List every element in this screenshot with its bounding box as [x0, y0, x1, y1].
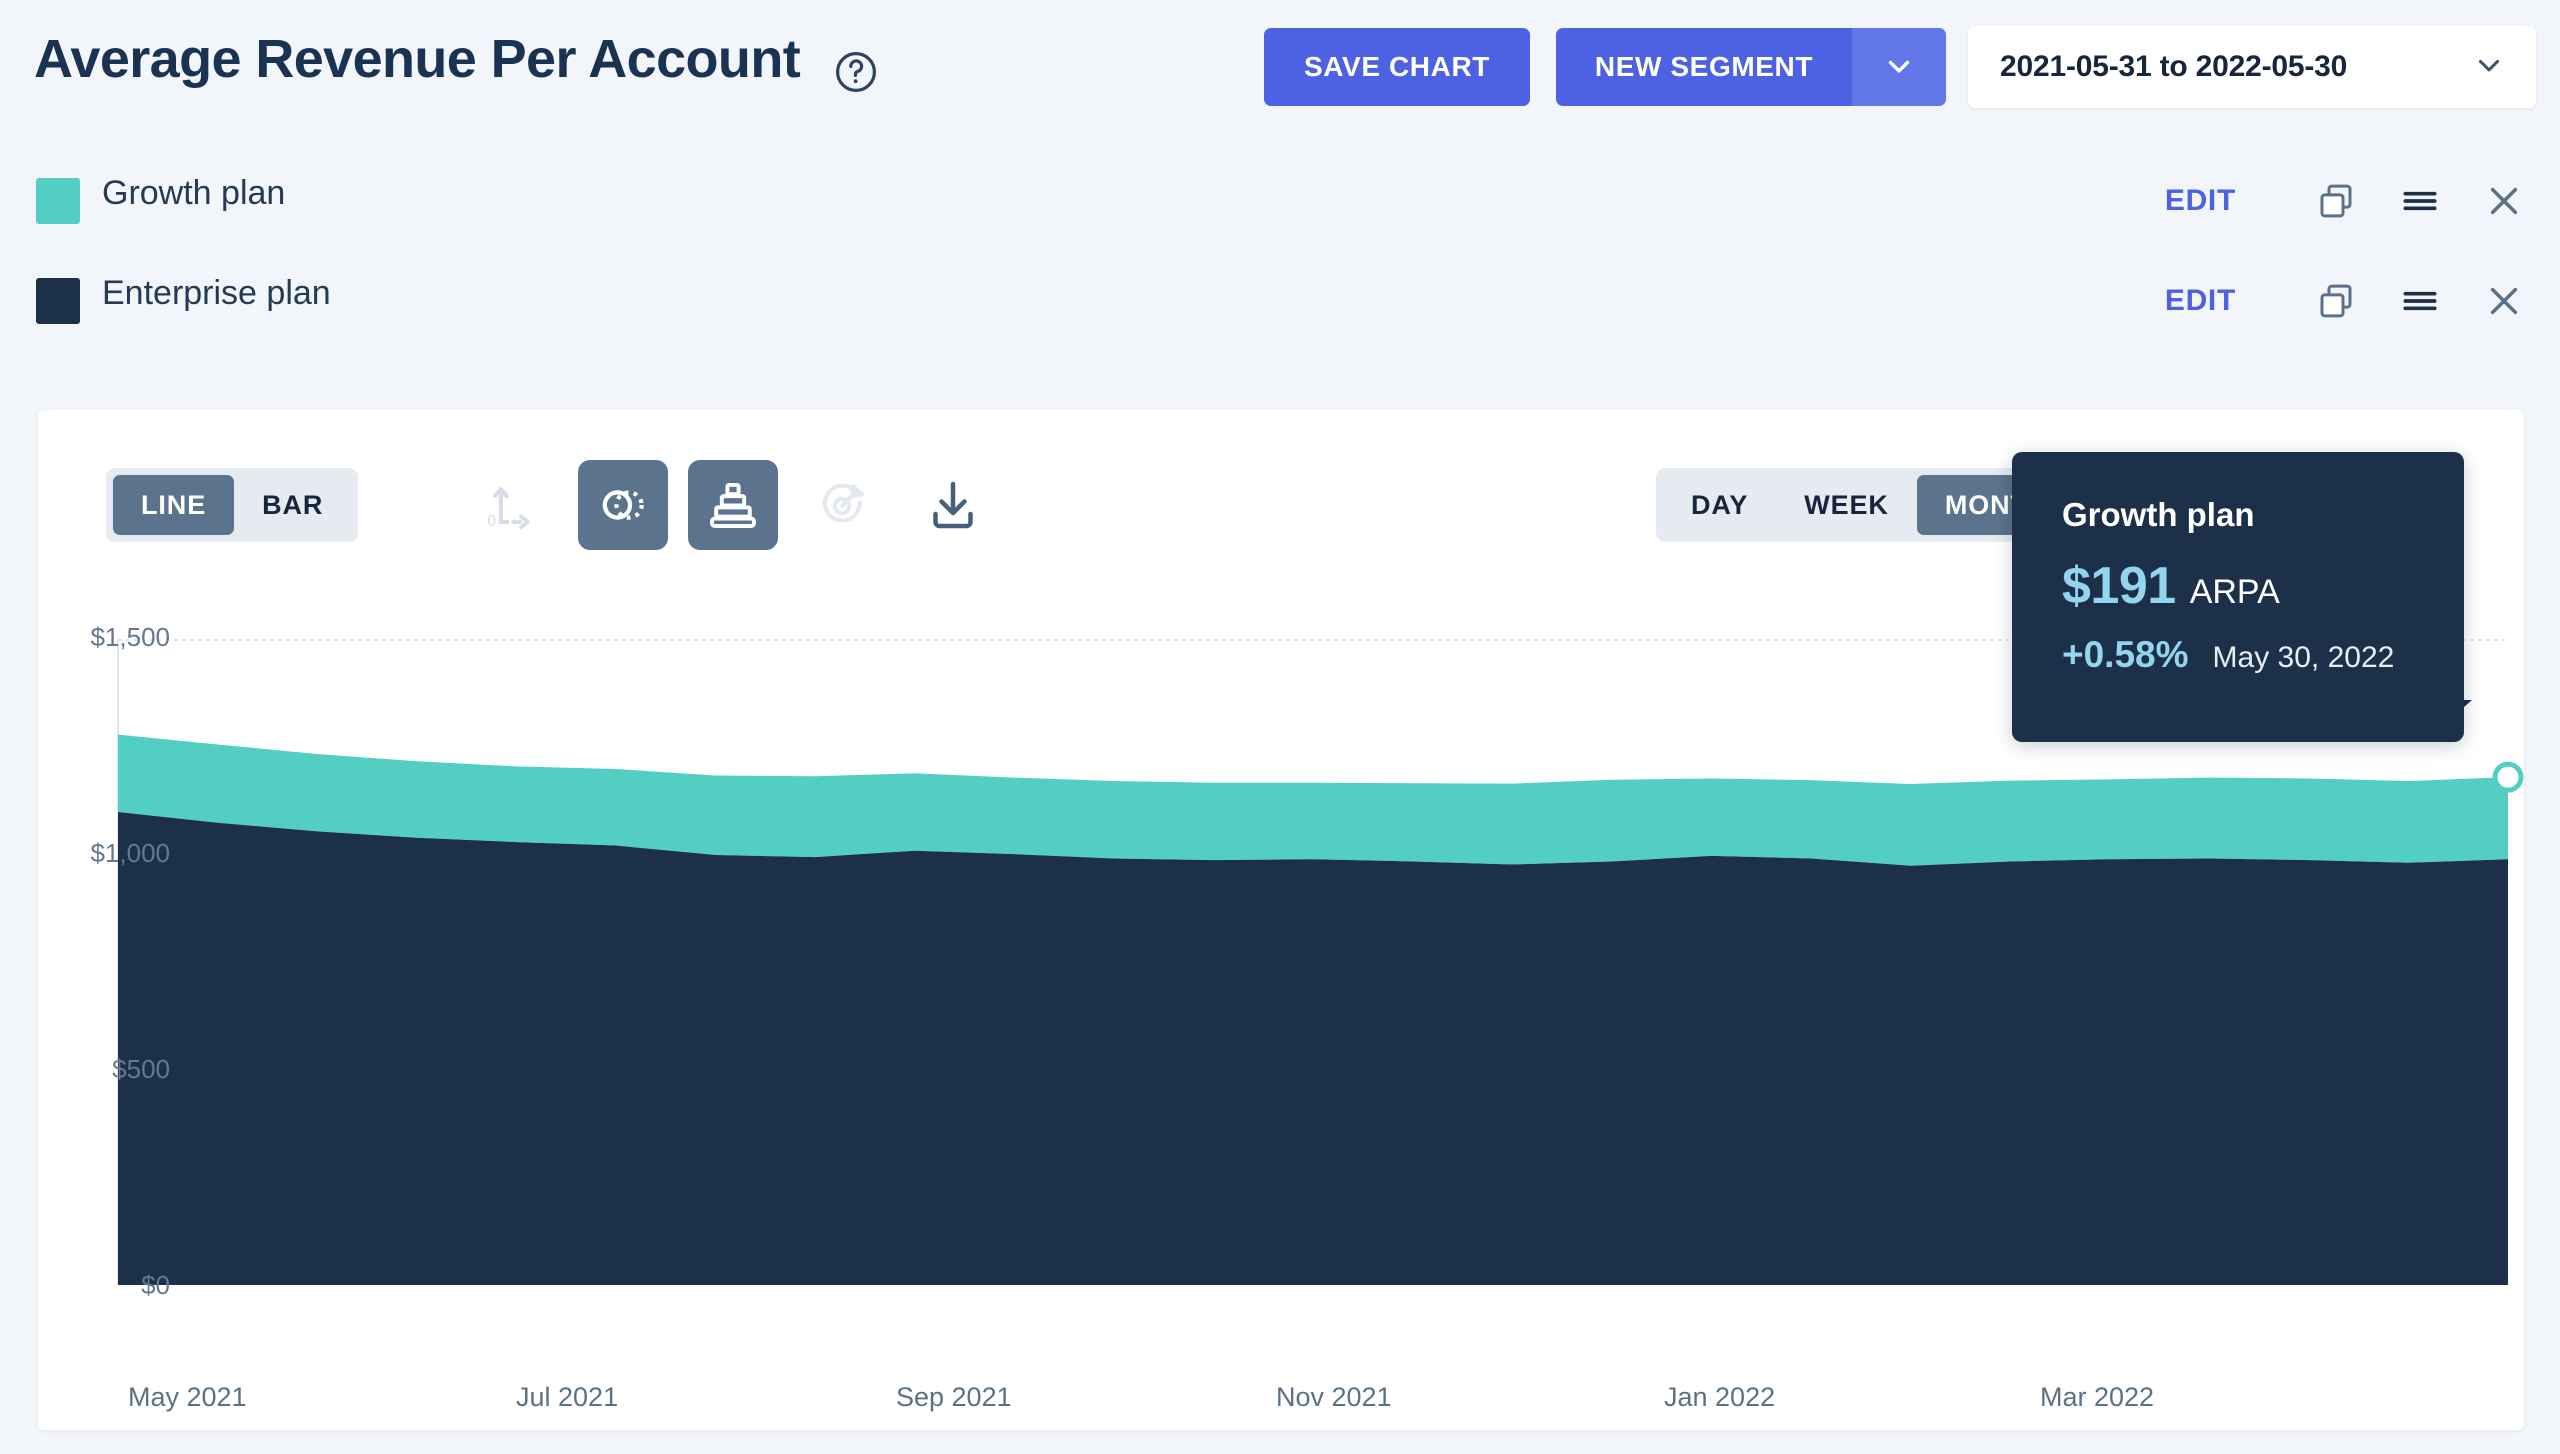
svg-text:0: 0: [487, 513, 496, 530]
save-chart-button[interactable]: SAVE CHART: [1264, 28, 1530, 106]
x-axis-tick-label: Mar 2022: [2040, 1382, 2155, 1412]
granularity-day-option[interactable]: DAY: [1663, 475, 1776, 535]
chart-type-bar-option[interactable]: BAR: [234, 475, 351, 535]
chart-type-line-option[interactable]: LINE: [113, 475, 235, 535]
axis-scale-icon[interactable]: 0: [468, 460, 558, 550]
legend-edit-button[interactable]: EDIT: [2165, 284, 2236, 318]
page-header: Average Revenue Per Account SAVE CHART N…: [0, 0, 2560, 118]
legend-color-swatch: [36, 178, 80, 224]
reorder-icon[interactable]: [2392, 273, 2448, 329]
chart-area-growth-plan: [118, 734, 2508, 866]
legend-row: Growth plan EDIT: [0, 172, 2560, 232]
legend-actions: EDIT: [2165, 172, 2532, 230]
legend-item-label: Enterprise plan: [102, 274, 331, 312]
tooltip-series-name: Growth plan: [2062, 496, 2255, 533]
y-axis-tick-label: $1,500: [90, 622, 170, 652]
legend-row: Enterprise plan EDIT: [0, 272, 2560, 332]
chevron-down-icon: [1882, 49, 1916, 86]
tooltip-delta-row: +0.58% May 30, 2022: [2062, 634, 2464, 676]
tooltip-value: $191: [2062, 557, 2176, 615]
question-circle-icon[interactable]: [832, 48, 880, 96]
legend-actions: EDIT: [2165, 272, 2532, 330]
new-segment-button[interactable]: NEW SEGMENT: [1556, 28, 1852, 106]
x-axis-tick-label: Sep 2021: [896, 1382, 1012, 1412]
y-axis-tick-label: $0: [141, 1270, 170, 1300]
chart-hover-marker: [2492, 761, 2524, 793]
y-axis-tick-label: $1,000: [90, 838, 170, 868]
x-axis-tick-label: May 2021: [128, 1382, 247, 1412]
duplicate-icon[interactable]: [2308, 273, 2364, 329]
close-icon[interactable]: [2476, 173, 2532, 229]
y-axis-tick-label: $500: [112, 1054, 170, 1084]
x-axis-tick-label: Nov 2021: [1276, 1382, 1392, 1412]
tooltip-value-row: $191 ARPA: [2062, 556, 2464, 616]
legend-edit-button[interactable]: EDIT: [2165, 184, 2236, 218]
x-axis-tick-label: Jan 2022: [1664, 1382, 1776, 1412]
compare-overlap-icon[interactable]: [578, 460, 668, 550]
stacked-chart-icon[interactable]: [688, 460, 778, 550]
goal-target-icon[interactable]: [798, 460, 888, 550]
chart-type-toggle: LINE BAR: [106, 468, 359, 542]
chart-area-enterprise-plan: [118, 812, 2508, 1285]
legend-item-label: Growth plan: [102, 174, 286, 212]
legend-color-swatch: [36, 278, 80, 324]
reorder-icon[interactable]: [2392, 173, 2448, 229]
new-segment-dropdown-button[interactable]: [1852, 28, 1946, 106]
granularity-week-option[interactable]: WEEK: [1776, 475, 1917, 535]
chevron-down-icon: [2472, 48, 2506, 87]
date-range-picker[interactable]: 2021-05-31 to 2022-05-30: [1968, 26, 2536, 108]
download-icon[interactable]: [908, 460, 998, 550]
date-range-label: 2021-05-31 to 2022-05-30: [2000, 50, 2348, 83]
page-title: Average Revenue Per Account: [34, 29, 801, 89]
tooltip-delta: +0.58%: [2062, 634, 2189, 675]
new-segment-group: NEW SEGMENT: [1556, 28, 1946, 106]
close-icon[interactable]: [2476, 273, 2532, 329]
chart-tool-icons: 0: [468, 460, 998, 550]
x-axis-tick-label: Jul 2021: [516, 1382, 619, 1412]
duplicate-icon[interactable]: [2308, 173, 2364, 229]
chart-tooltip: Growth plan $191 ARPA +0.58% May 30, 202…: [2012, 452, 2464, 742]
tooltip-unit: ARPA: [2189, 573, 2280, 611]
tooltip-date: May 30, 2022: [2212, 641, 2395, 674]
